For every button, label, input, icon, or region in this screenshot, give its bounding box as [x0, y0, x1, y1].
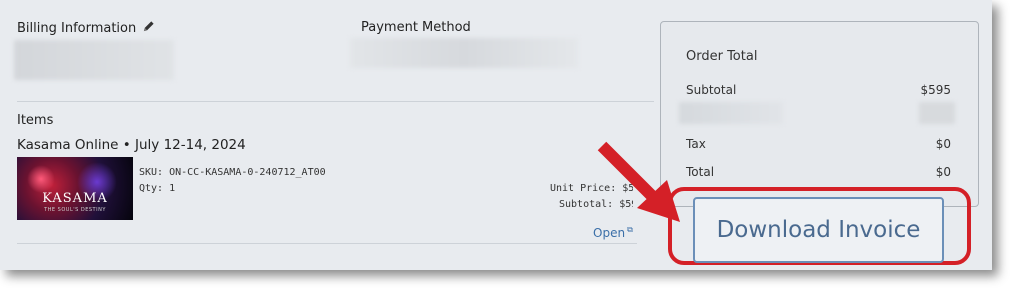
pencil-icon[interactable]	[142, 20, 155, 33]
subtotal-value: $595	[920, 83, 951, 97]
thumbnail-subtitle: THE SOUL'S DESTINY	[44, 207, 106, 213]
discount-row-redacted	[679, 102, 783, 124]
product-qty: Qty: 1	[139, 183, 176, 194]
total-value: $0	[935, 165, 951, 179]
tax-value: $0	[935, 137, 951, 151]
order-total-title: Order Total	[686, 49, 758, 64]
billing-info-title: Billing Information	[17, 21, 137, 36]
item-divider	[17, 243, 637, 244]
download-invoice-button[interactable]: Download Invoice	[693, 197, 944, 263]
section-divider	[17, 101, 654, 102]
subtotal-label: Subtotal	[686, 83, 737, 97]
discount-value-redacted	[919, 102, 955, 124]
items-heading: Items	[17, 113, 54, 128]
billing-address-redacted	[14, 40, 174, 80]
payment-details-redacted	[350, 38, 578, 68]
product-name: Kasama Online • July 12-14, 2024	[17, 137, 246, 153]
payment-method-heading: Payment Method	[361, 20, 471, 35]
billing-info-heading: Billing Information	[17, 20, 155, 36]
product-thumbnail[interactable]: KASAMA THE SOUL'S DESTINY	[17, 157, 133, 220]
product-sku: SKU: ON-CC-KASAMA-0-240712_AT00	[139, 167, 326, 178]
thumbnail-title: KASAMA	[42, 191, 108, 206]
order-total-panel: Order Total Subtotal $595 Tax $0 Total $…	[660, 21, 979, 207]
